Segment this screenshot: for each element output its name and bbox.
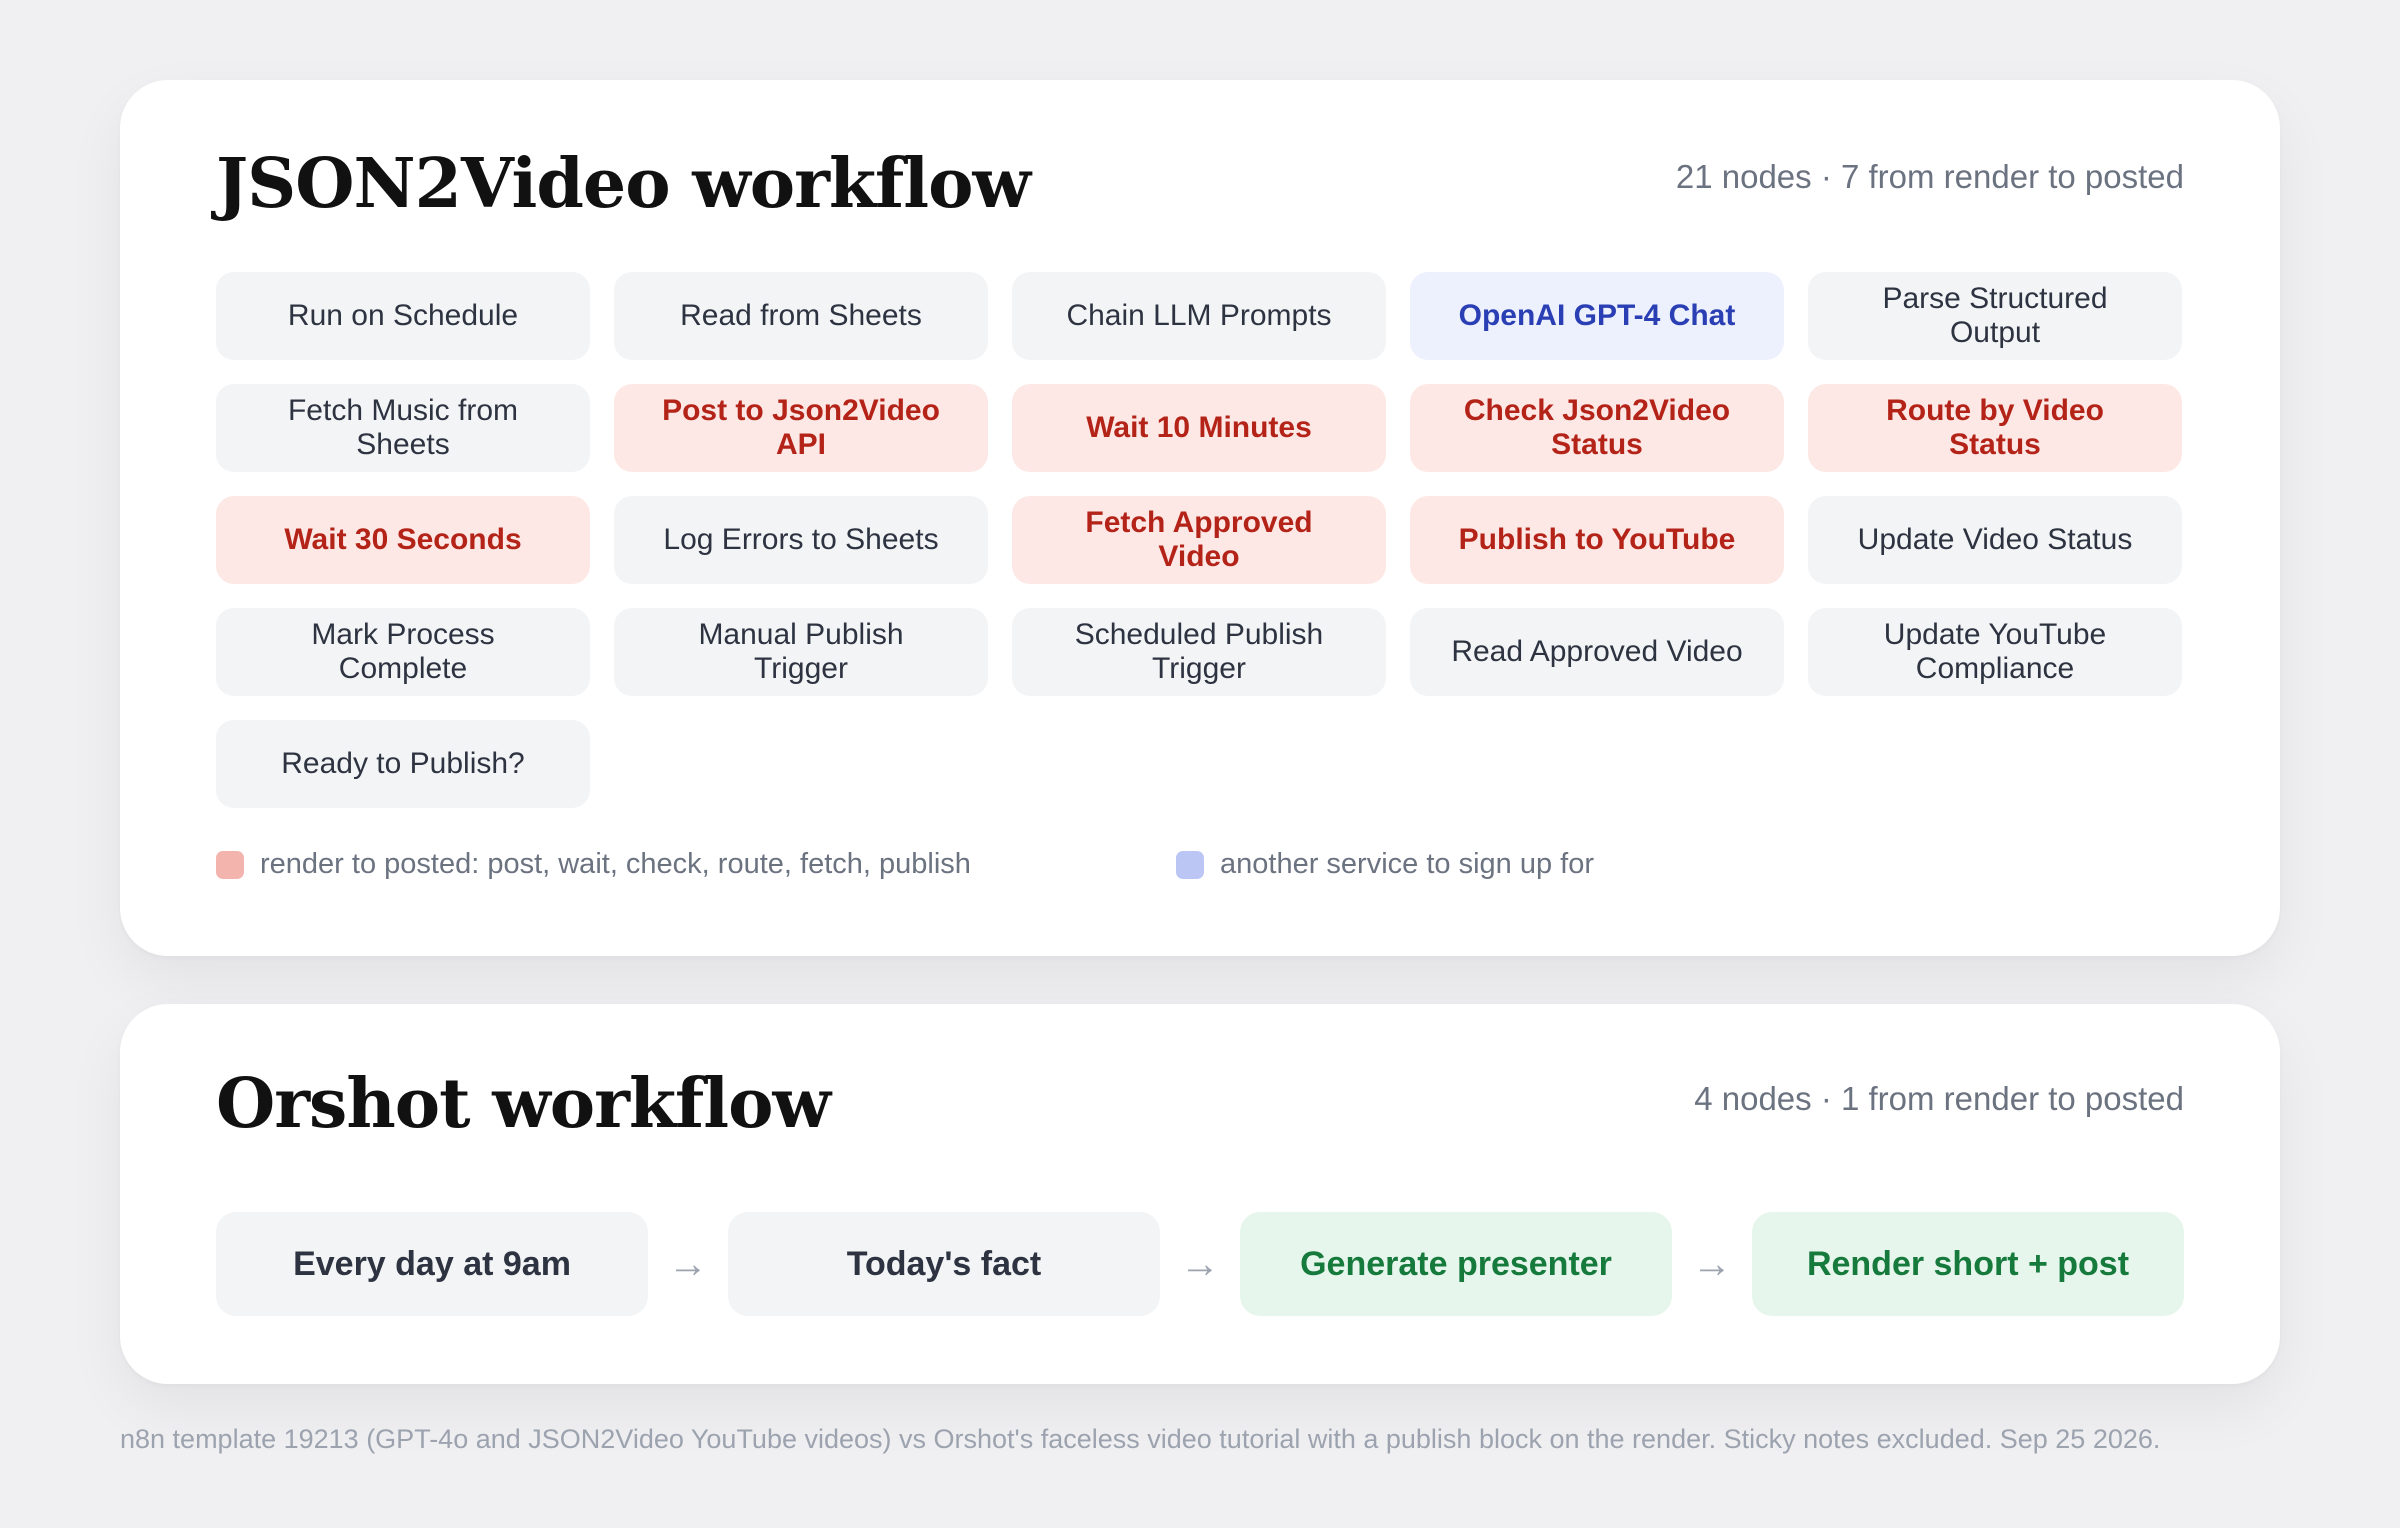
- workflow-node: Mark Process Complete: [216, 608, 590, 696]
- workflow-node: Scheduled Publish Trigger: [1012, 608, 1386, 696]
- orshot-node-count: 4 nodes · 1 from render to posted: [1694, 1080, 2184, 1117]
- workflow-node: Read Approved Video: [1410, 608, 1784, 696]
- legend-item-service: another service to sign up for: [1176, 848, 1594, 881]
- orshot-flow: Every day at 9am → Today's fact → Generate p…: [216, 1212, 2184, 1316]
- workflow-node: Fetch Approved Video: [1012, 496, 1386, 584]
- workflow-node: Read from Sheets: [614, 272, 988, 360]
- legend-swatch-service: [1176, 850, 1204, 879]
- json2video-node-count: 21 nodes · 7 from render to posted: [1675, 158, 2184, 195]
- orshot-title: Orshot workflow: [216, 1064, 831, 1144]
- legend-swatch-render: [216, 850, 244, 879]
- workflow-node: Route by Video Status: [1808, 384, 2182, 472]
- workflow-node: Ready to Publish?: [216, 720, 590, 808]
- workflow-node: Publish to YouTube: [1410, 496, 1784, 584]
- json2video-card: JSON2Video workflow 21 nodes · 7 from re…: [120, 80, 2280, 956]
- workflow-node: Update Video Status: [1808, 496, 2182, 584]
- workflow-node: Parse Structured Output: [1808, 272, 2182, 360]
- workflow-node: Check Json2Video Status: [1410, 384, 1784, 472]
- arrow-right-icon: →: [668, 1241, 708, 1286]
- workflow-node: Post to Json2Video API: [614, 384, 988, 472]
- arrow-right-icon: →: [1692, 1241, 1732, 1286]
- flow-step: Every day at 9am: [216, 1212, 648, 1316]
- workflow-node: Run on Schedule: [216, 272, 590, 360]
- workflow-node: Manual Publish Trigger: [614, 608, 988, 696]
- workflow-node: Wait 10 Minutes: [1012, 384, 1386, 472]
- legend-label-service: another service to sign up for: [1220, 848, 1594, 880]
- workflow-node: OpenAI GPT-4 Chat: [1410, 272, 1784, 360]
- json2video-node-grid: Run on Schedule Read from Sheets Chain LLM…: [216, 272, 2184, 808]
- legend-label-render: render to posted: post, wait, check, rou…: [260, 848, 971, 880]
- flow-step: Today's fact: [728, 1212, 1160, 1316]
- workflow-node: Log Errors to Sheets: [614, 496, 988, 584]
- workflow-node: Update YouTube Compliance: [1808, 608, 2182, 696]
- workflow-node: Fetch Music from Sheets: [216, 384, 590, 472]
- json2video-title: JSON2Video workflow: [216, 144, 1031, 224]
- flow-step: Generate presenter: [1240, 1212, 1672, 1316]
- arrow-right-icon: →: [1180, 1241, 1220, 1286]
- workflow-node: Chain LLM Prompts: [1012, 272, 1386, 360]
- footnote: n8n template 19213 (GPT-4o and JSON2Vide…: [120, 1424, 2161, 1454]
- workflow-node: Wait 30 Seconds: [216, 496, 590, 584]
- legend-item-render: render to posted: post, wait, check, rou…: [216, 848, 971, 881]
- orshot-card: Orshot workflow 4 nodes · 1 from render …: [120, 1004, 2280, 1384]
- flow-step: Render short + post: [1752, 1212, 2184, 1316]
